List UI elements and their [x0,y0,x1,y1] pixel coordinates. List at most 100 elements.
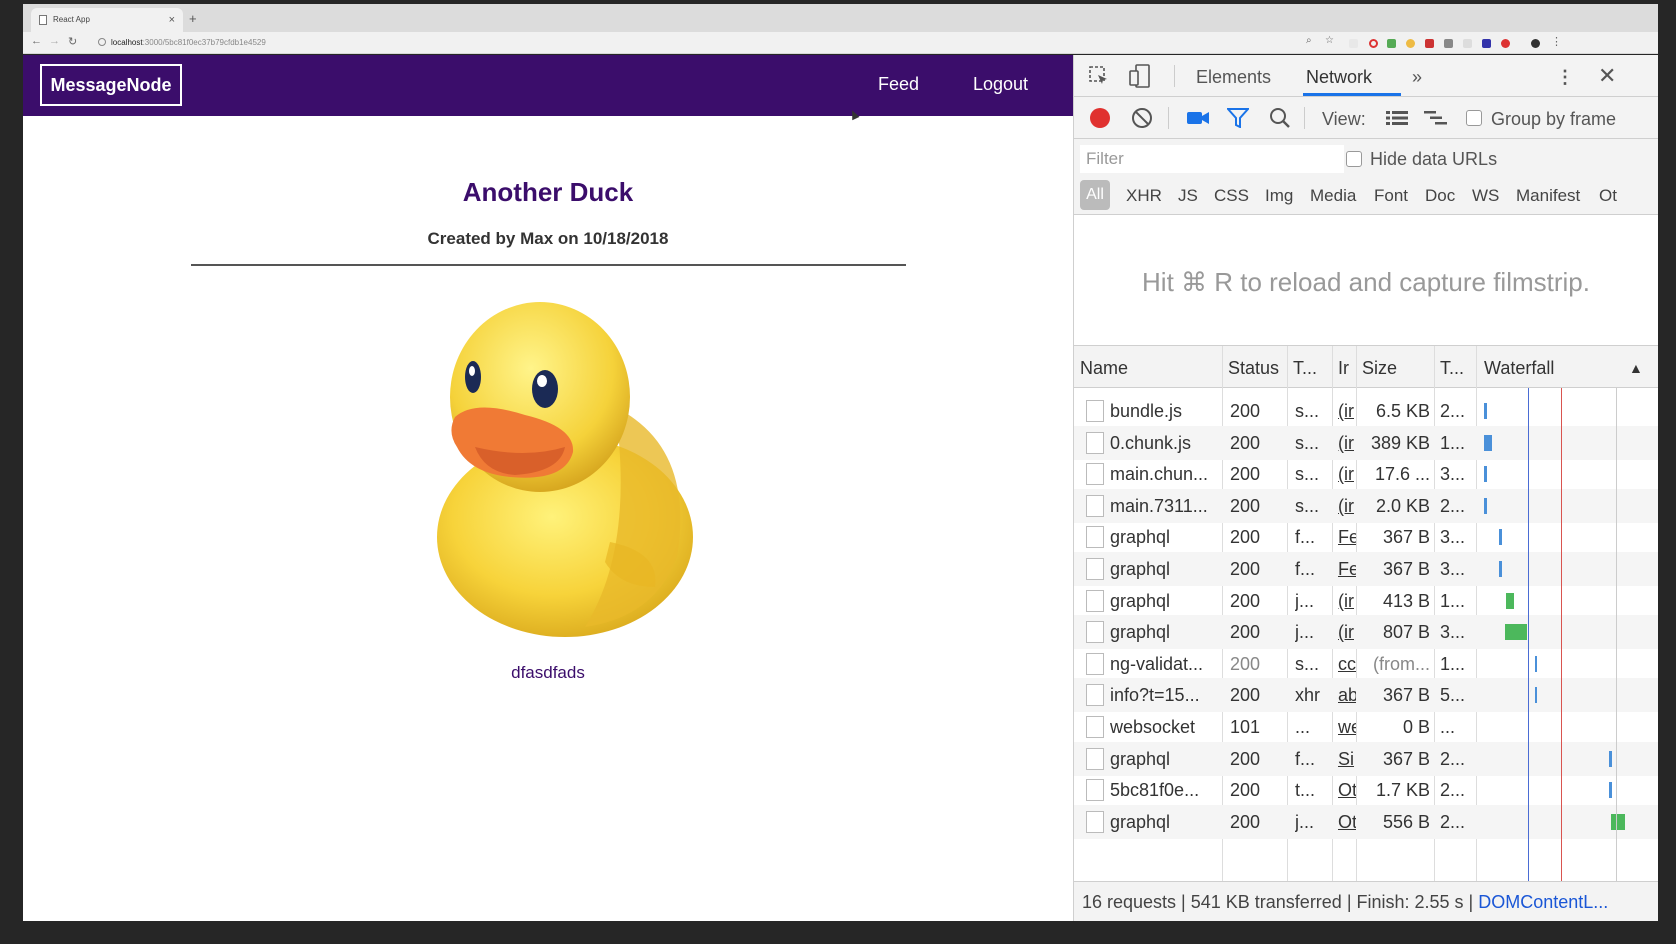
overview-icon[interactable] [1424,110,1448,126]
table-row[interactable]: 5bc81f0e... 200 t... Ot 1.7 KB 2... [1074,773,1658,807]
type-filter-ws[interactable]: WS [1472,186,1499,206]
table-row[interactable]: graphql 200 j... (ir 413 B 1... [1074,584,1658,618]
cell-initiator[interactable]: we [1338,717,1356,738]
address-bar[interactable]: localhost:3000/5bc81f0ec37b79cfdb1e4529 [93,34,1313,52]
filter-icon[interactable] [1227,108,1249,128]
type-filter-img[interactable]: Img [1265,186,1293,206]
extension-icon[interactable] [1482,39,1491,48]
column-type[interactable]: T... [1293,358,1317,379]
type-filter-doc[interactable]: Doc [1425,186,1455,206]
device-toolbar-icon[interactable] [1128,63,1152,89]
table-row[interactable]: websocket 101... we 0 B... [1074,710,1658,744]
menu-kebab-icon[interactable]: ⋮ [1551,35,1562,48]
reload-icon[interactable]: ↻ [68,35,77,48]
capture-screenshots-icon[interactable] [1186,109,1210,127]
waterfall-bar [1484,497,1487,514]
back-icon[interactable]: ← [31,35,42,47]
group-by-frame-checkbox[interactable] [1466,110,1482,126]
table-row[interactable]: bundle.js 200 s... (ir 6.5 KB 2... [1074,394,1658,428]
extension-icon[interactable] [1387,39,1396,48]
cell-initiator[interactable]: (ir [1338,433,1356,454]
waterfall-bar [1499,561,1502,577]
extension-icon[interactable] [1463,39,1472,48]
table-row[interactable]: graphql 200 f... Fe 367 B 3... [1074,520,1658,554]
type-filter-font[interactable]: Font [1374,186,1408,206]
close-devtools-icon[interactable]: ✕ [1598,63,1616,89]
column-size[interactable]: Size [1362,358,1397,379]
cell-initiator[interactable]: (ir [1338,591,1356,612]
type-filter-css[interactable]: CSS [1214,186,1249,206]
cell-initiator[interactable]: Ot [1338,780,1356,801]
type-filter-other[interactable]: Ot [1599,186,1617,206]
cell-status: 200 [1230,432,1261,453]
table-row[interactable]: ng-validat... 200 s... cc (from... 1... [1074,647,1658,681]
table-row[interactable]: graphql 200 j... Ot 556 B 2... [1074,804,1658,839]
table-row[interactable]: graphql 200 j... (ir 807 B 3... [1074,615,1658,650]
filter-input[interactable] [1080,145,1344,173]
column-waterfall[interactable]: Waterfall [1484,358,1554,379]
cell-initiator[interactable]: Fe [1338,527,1356,548]
bookmark-star-icon[interactable]: ☆ [1325,35,1334,46]
inspect-element-icon[interactable] [1088,65,1110,87]
profile-avatar[interactable] [1531,39,1540,48]
type-filter-js[interactable]: JS [1178,186,1198,206]
zoom-icon[interactable]: ⌕ [1306,35,1312,46]
sort-ascending-icon[interactable]: ▲ [1629,360,1643,376]
cell-initiator[interactable]: Fe [1338,559,1356,580]
cell-initiator[interactable]: (ir [1338,622,1356,643]
column-time[interactable]: T... [1440,358,1464,379]
table-row[interactable]: info?t=15... 200 xhr ab 367 B 5... [1074,678,1658,713]
column-name[interactable]: Name [1080,358,1128,379]
file-icon [1086,779,1104,802]
nav-logout-link[interactable]: Logout [973,74,1028,95]
cell-initiator[interactable]: (ir [1338,496,1356,517]
extension-icon[interactable] [1501,39,1510,48]
tab-elements[interactable]: Elements [1196,67,1271,88]
cell-name: main.7311... [1110,495,1208,516]
extension-icon[interactable] [1349,39,1358,48]
extension-icon[interactable] [1444,39,1453,48]
hide-data-urls-checkbox[interactable] [1346,151,1362,167]
cell-status: 200 [1230,527,1261,548]
cell-initiator[interactable]: ab [1338,685,1356,706]
type-filter-all[interactable]: All [1080,180,1110,210]
more-tabs-icon[interactable]: » [1412,67,1422,88]
logo-link[interactable]: MessageNode [40,64,182,106]
table-row[interactable]: main.chun... 200 s... (ir 17.6 ... 3... [1074,457,1658,491]
large-rows-icon[interactable] [1386,110,1408,126]
extension-icon[interactable] [1425,39,1434,48]
waterfall-bar [1609,782,1612,799]
tab-network[interactable]: Network [1306,67,1372,88]
clear-icon[interactable] [1131,107,1153,129]
table-row[interactable]: main.7311... 200 s... (ir 2.0 KB 2... [1074,488,1658,523]
type-filter-manifest[interactable]: Manifest [1516,186,1580,206]
devtools-menu-icon[interactable]: ⋮ [1556,67,1574,88]
nav-feed-link[interactable]: Feed [878,74,919,95]
browser-tab[interactable]: React App × [31,8,183,32]
cell-initiator[interactable]: Ot [1338,812,1356,833]
post-title: Another Duck [462,177,634,207]
extension-icon[interactable] [1406,39,1415,48]
column-initiator[interactable]: Ir [1338,358,1349,379]
type-filter-xhr[interactable]: XHR [1126,186,1162,206]
cell-size: 2.0 KB [1375,495,1430,516]
type-filter-media[interactable]: Media [1310,186,1356,206]
extension-icon[interactable] [1369,39,1378,48]
cell-initiator[interactable]: (ir [1338,464,1356,485]
cell-name: graphql [1110,622,1171,643]
table-row[interactable]: 0.chunk.js 200 s... (ir 389 KB 1... [1074,425,1658,460]
forward-icon[interactable]: → [49,35,60,47]
cell-initiator[interactable]: (ir [1338,401,1356,422]
new-tab-icon[interactable]: + [189,11,197,26]
search-icon[interactable] [1269,107,1291,129]
column-status[interactable]: Status [1228,358,1279,379]
record-icon[interactable] [1089,107,1111,129]
close-tab-icon[interactable]: × [169,14,175,26]
tab-title: React App [53,15,90,24]
cell-initiator[interactable]: Si [1338,749,1356,770]
cell-status: 200 [1230,495,1261,516]
cell-initiator[interactable]: cc [1338,654,1356,675]
table-row[interactable]: graphql 200 f... Fe 367 B 3... [1074,552,1658,586]
table-row[interactable]: graphql 200 f... Si 367 B 2... [1074,741,1658,776]
cell-time: 1... [1440,590,1466,611]
